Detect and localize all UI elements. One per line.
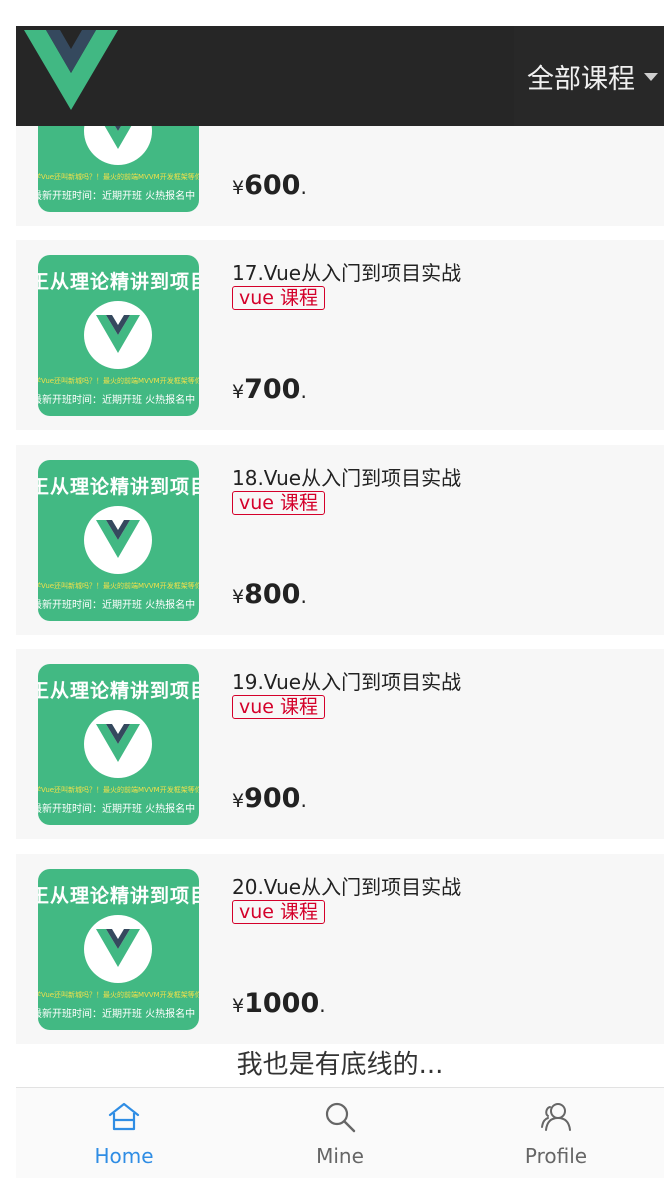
currency-symbol: ¥: [232, 177, 245, 199]
price-suffix: .: [300, 175, 307, 199]
course-title[interactable]: 17.Vue从入门到项目实战: [232, 257, 461, 286]
tab-home-label: Home: [94, 1144, 154, 1168]
price-amount: 1000: [244, 988, 320, 1019]
course-thumbnail: 王从理论精讲到项目 学Vue还叫新城吗？！最火的前端MVVM开发框架等你来 最新…: [38, 126, 199, 212]
course-title[interactable]: 19.Vue从入门到项目实战: [232, 666, 461, 695]
tab-mine-label: Mine: [316, 1144, 364, 1168]
app-frame: 全部课程 王从理论精讲到项目 学Vue还叫新城吗？！最火的前端MVVM开发框架等…: [16, 26, 664, 1178]
course-tag: vue 课程: [232, 900, 326, 924]
course-thumbnail: 王从理论精讲到项目 学Vue还叫新城吗？！最火的前端MVVM开发框架等你来 最新…: [38, 664, 199, 825]
thumb-subline: 学Vue还叫新城吗？！最火的前端MVVM开发框架等你来: [38, 582, 199, 590]
vue-badge-icon: [84, 506, 152, 574]
course-item[interactable]: 王从理论精讲到项目 学Vue还叫新城吗？！最火的前端MVVM开发框架等你来 最新…: [16, 445, 664, 635]
vue-badge-icon: [84, 301, 152, 369]
price-suffix: .: [300, 379, 307, 403]
tab-mine[interactable]: Mine: [232, 1088, 448, 1178]
thumb-schedule: 最新开班时间：近期开班 火热报名中: [38, 600, 196, 611]
thumb-schedule: 最新开班时间：近期开班 火热报名中: [38, 191, 196, 202]
course-price: ¥600.: [232, 170, 307, 201]
course-tag: vue 课程: [232, 695, 326, 719]
tab-profile-label: Profile: [524, 1144, 588, 1168]
course-thumbnail: 王从理论精讲到项目 学Vue还叫新城吗？！最火的前端MVVM开发框架等你来 最新…: [38, 460, 199, 621]
course-price: ¥1000.: [232, 988, 326, 1019]
tab-home[interactable]: Home: [16, 1088, 232, 1178]
course-title[interactable]: 20.Vue从入门到项目实战: [232, 871, 461, 900]
course-item[interactable]: 王从理论精讲到项目 学Vue还叫新城吗？！最火的前端MVVM开发框架等你来 最新…: [16, 240, 664, 430]
currency-symbol: ¥: [232, 586, 245, 608]
thumb-headline: 王从理论精讲到项目: [38, 271, 199, 293]
price-suffix: .: [300, 584, 307, 608]
course-price: ¥800.: [232, 579, 307, 610]
course-thumbnail: 王从理论精讲到项目 学Vue还叫新城吗？！最火的前端MVVM开发框架等你来 最新…: [38, 869, 199, 1030]
thumb-headline: 王从理论精讲到项目: [38, 885, 199, 907]
course-tag: vue 课程: [232, 491, 326, 515]
thumb-schedule: 最新开班时间：近期开班 火热报名中: [38, 395, 196, 406]
tab-profile[interactable]: Profile: [448, 1088, 664, 1178]
thumb-schedule: 最新开班时间：近期开班 火热报名中: [38, 1009, 196, 1020]
course-filter-label: 全部课程: [527, 63, 635, 95]
currency-symbol: ¥: [232, 381, 245, 403]
vue-badge-icon: [84, 710, 152, 778]
list-end-message: 我也是有底线的...: [236, 1050, 444, 1080]
price-suffix: .: [300, 788, 307, 812]
home-icon: [108, 1102, 140, 1131]
course-tag: vue 课程: [232, 286, 326, 310]
price-amount: 800: [244, 579, 301, 610]
thumb-subline: 学Vue还叫新城吗？！最火的前端MVVM开发框架等你来: [38, 377, 199, 385]
vue-badge-icon: [84, 915, 152, 983]
thumb-schedule: 最新开班时间：近期开班 火热报名中: [38, 804, 196, 815]
bottom-tab-bar: Home Mine Profile: [16, 1087, 664, 1178]
currency-symbol: ¥: [232, 995, 245, 1017]
price-amount: 900: [244, 783, 301, 814]
vue-logo-icon[interactable]: [24, 30, 118, 110]
chevron-down-icon: [644, 73, 658, 81]
course-price: ¥700.: [232, 374, 307, 405]
thumb-headline: 王从理论精讲到项目: [38, 476, 199, 498]
price-suffix: .: [319, 993, 326, 1017]
course-list[interactable]: 王从理论精讲到项目 学Vue还叫新城吗？！最火的前端MVVM开发框架等你来 最新…: [16, 126, 664, 1106]
course-item[interactable]: 王从理论精讲到项目 学Vue还叫新城吗？！最火的前端MVVM开发框架等你来 最新…: [16, 126, 664, 226]
thumb-subline: 学Vue还叫新城吗？！最火的前端MVVM开发框架等你来: [38, 173, 199, 181]
thumb-subline: 学Vue还叫新城吗？！最火的前端MVVM开发框架等你来: [38, 991, 199, 999]
header-bar: 全部课程: [16, 26, 664, 126]
users-icon: [541, 1103, 571, 1131]
course-filter-dropdown[interactable]: 全部课程: [514, 26, 664, 126]
course-item[interactable]: 王从理论精讲到项目 学Vue还叫新城吗？！最火的前端MVVM开发框架等你来 最新…: [16, 649, 664, 839]
price-amount: 600: [244, 170, 301, 201]
vue-badge-icon: [84, 126, 152, 165]
price-amount: 700: [244, 374, 301, 405]
thumb-subline: 学Vue还叫新城吗？！最火的前端MVVM开发框架等你来: [38, 786, 199, 794]
course-price: ¥900.: [232, 783, 307, 814]
course-title[interactable]: 18.Vue从入门到项目实战: [232, 462, 461, 491]
course-item[interactable]: 王从理论精讲到项目 学Vue还叫新城吗？！最火的前端MVVM开发框架等你来 最新…: [16, 854, 664, 1044]
course-thumbnail: 王从理论精讲到项目 学Vue还叫新城吗？！最火的前端MVVM开发框架等你来 最新…: [38, 255, 199, 416]
search-icon: [325, 1102, 356, 1133]
currency-symbol: ¥: [232, 790, 245, 812]
thumb-headline: 王从理论精讲到项目: [38, 680, 199, 702]
